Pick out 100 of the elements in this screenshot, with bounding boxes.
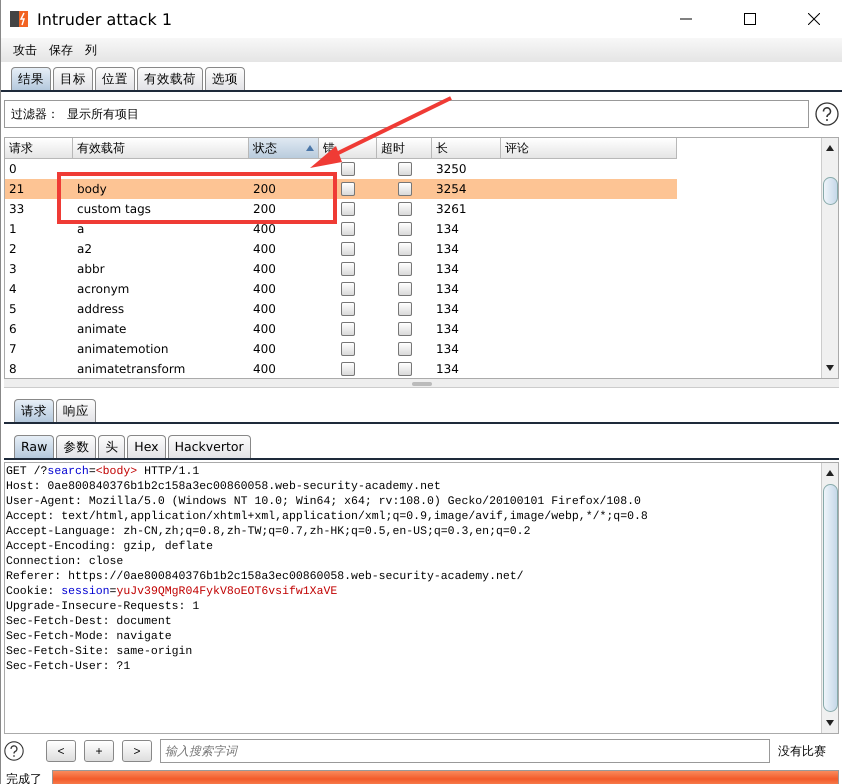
scrollbar[interactable] [821,463,838,733]
tab[interactable]: Raw [14,435,54,458]
error-checkbox[interactable] [341,202,355,216]
search-field[interactable]: 输入搜索字词 [160,739,770,763]
timeout-checkbox[interactable] [398,282,412,296]
timeout-checkbox[interactable] [398,202,412,216]
table-cell: animatemotion [77,342,168,356]
timeout-checkbox[interactable] [398,222,412,236]
table-cell: a [77,222,84,236]
tab[interactable]: 选项 [205,67,245,90]
code-line: Sec-Fetch-Site: same-origin [6,644,194,659]
window-title: Intruder attack 1 [37,10,172,28]
table-cell: 400 [253,322,276,336]
table-cell-text: 1 [8,222,18,236]
table-row[interactable]: 2 a2 400 134 [5,239,677,259]
table-cell-text: 3 [8,262,18,276]
scroll-down-icon[interactable] [826,365,834,371]
table-cell: address [77,302,124,316]
status-text: 完成了 [6,770,42,784]
close-icon[interactable] [808,13,820,25]
tab[interactable]: 响应 [56,399,96,422]
table-cell-text: 134 [435,222,460,236]
table-cell-text: 7 [8,342,18,356]
filter-bar[interactable]: 过滤器： 显示所有项目 [4,100,809,128]
error-checkbox[interactable] [341,342,355,356]
code-line: Accept-Encoding: gzip, deflate [6,539,214,554]
table-cell-text: 134 [435,242,460,256]
table-row[interactable]: 8 animatetransform 400 134 [5,359,677,378]
error-checkbox[interactable] [341,322,355,336]
help-icon[interactable] [4,741,24,761]
table-row[interactable]: 3 abbr 400 134 [5,259,677,279]
tab[interactable]: 有效载荷 [137,67,203,90]
table-row[interactable]: 4 acronym 400 134 [5,279,677,299]
tab[interactable]: 头 [98,435,126,458]
column-header[interactable]: 请求 [5,138,73,159]
tab[interactable]: 请求 [14,399,54,422]
help-icon[interactable] [815,102,839,126]
code-line: Accept: text/html,application/xhtml+xml,application/xml;q=0.9,image/avif,image/webp,*/*;q=0.8 [6,509,649,524]
table-cell: body [77,182,107,196]
column-header[interactable]: 超时 [377,138,432,159]
tab[interactable]: 结果 [11,67,51,90]
scroll-up-icon[interactable] [826,470,834,476]
scroll-thumb[interactable] [822,177,838,205]
table-row[interactable]: 0 3250 [5,159,677,179]
error-checkbox[interactable] [341,262,355,276]
error-checkbox[interactable] [341,182,355,196]
column-header[interactable]: 长 [432,138,501,159]
table-cell: acronym [77,282,130,296]
timeout-checkbox[interactable] [398,322,412,336]
table-row[interactable]: 7 animatemotion 400 134 [5,339,677,359]
search-nav-button[interactable]: < [46,740,76,762]
scroll-down-icon[interactable] [826,720,834,726]
scroll-thumb[interactable] [822,484,838,712]
app-logo-icon [9,9,29,29]
menu-item[interactable]: 攻击 [13,42,37,58]
table-cell-text: 6 [8,322,18,336]
table-row[interactable]: 5 address 400 134 [5,299,677,319]
tab[interactable]: 目标 [53,67,93,90]
column-header[interactable]: 评论 [501,138,677,159]
column-header[interactable]: 状态 [249,138,319,159]
table-row[interactable]: 6 animate 400 134 [5,319,677,339]
table-cell: 400 [253,222,276,236]
error-checkbox[interactable] [341,242,355,256]
error-checkbox[interactable] [341,302,355,316]
code-line: Cookie: session=yuJv39QMgR04FykV8oEOT6vsifw1XaVE [6,584,338,599]
timeout-checkbox[interactable] [398,262,412,276]
search-nav-button[interactable]: + [84,740,114,762]
table-cell: 400 [253,262,276,276]
maximize-icon[interactable] [744,13,756,25]
table-cell-text: 5 [8,302,18,316]
table-row[interactable]: 21 body 200 3254 [5,179,677,199]
timeout-checkbox[interactable] [398,342,412,356]
table-cell: 400 [253,302,276,316]
error-checkbox[interactable] [341,282,355,296]
table-row[interactable]: 33 custom tags 200 3261 [5,199,677,219]
timeout-checkbox[interactable] [398,302,412,316]
menu-item[interactable]: 保存 [49,42,73,58]
timeout-checkbox[interactable] [398,242,412,256]
timeout-checkbox[interactable] [398,182,412,196]
table-cell-text: 21 [8,182,26,196]
table-cell: 400 [253,242,276,256]
tab[interactable]: 参数 [56,435,96,458]
scrollbar[interactable] [821,138,838,378]
splitter-handle[interactable] [412,382,432,386]
table-cell: 400 [253,362,276,376]
menu-item[interactable]: 列 [85,42,97,58]
timeout-checkbox[interactable] [398,362,412,376]
code-line: Sec-Fetch-Dest: document [6,614,173,629]
tab[interactable]: Hex [127,435,166,458]
table-row[interactable]: 1 a 400 134 [5,219,677,239]
tab[interactable]: 位置 [95,67,135,90]
error-checkbox[interactable] [341,362,355,376]
timeout-checkbox[interactable] [398,162,412,176]
column-header[interactable]: 有效载荷 [73,138,249,159]
error-checkbox[interactable] [341,162,355,176]
search-nav-button[interactable]: > [122,740,152,762]
tab[interactable]: Hackvertor [168,435,251,458]
table-cell-text: 134 [435,262,460,276]
error-checkbox[interactable] [341,222,355,236]
scroll-up-icon[interactable] [826,145,834,151]
